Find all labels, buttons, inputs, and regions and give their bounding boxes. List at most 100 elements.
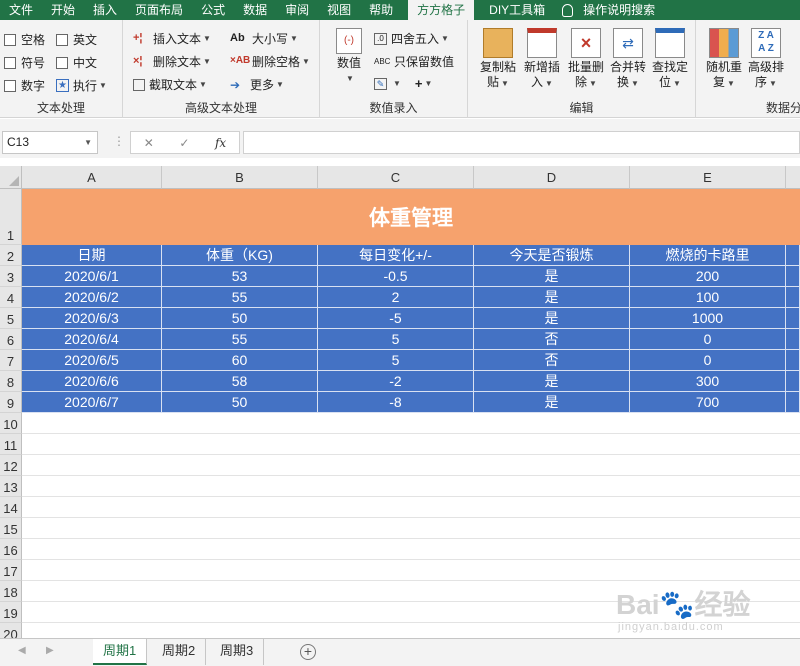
table-cell[interactable]: 300 (630, 371, 786, 392)
tab-file[interactable]: 文件 (0, 0, 42, 20)
row-header[interactable]: 13 (0, 476, 22, 497)
table-cell[interactable]: 否 (474, 329, 630, 350)
column-title-cell[interactable]: 体重（KG) (162, 245, 318, 266)
table-cell[interactable]: 2020/6/3 (22, 308, 162, 329)
tab-view[interactable]: 视图 (318, 0, 360, 20)
tab-fangfanggezi[interactable]: 方方格子 (408, 0, 475, 20)
row-header[interactable]: 16 (0, 539, 22, 560)
row-header[interactable]: 14 (0, 497, 22, 518)
insert-function-icon[interactable]: fx (215, 136, 226, 150)
tab-search-help[interactable]: 操作说明搜索 (583, 0, 664, 20)
table-cell[interactable]: 53 (162, 266, 318, 287)
drag-handle-icon[interactable]: ⋮ (113, 134, 125, 148)
extract-text-button[interactable]: 截取文本 ▼ (133, 76, 207, 93)
row-header[interactable]: 1 (0, 189, 22, 245)
table-cell[interactable]: 2020/6/6 (22, 371, 162, 392)
checkbox-symbol[interactable]: 符号 (4, 54, 45, 71)
row-header[interactable]: 9 (0, 392, 22, 413)
plus-icon[interactable]: + (415, 76, 423, 91)
row-header[interactable]: 11 (0, 434, 22, 455)
select-all-button[interactable] (0, 166, 22, 189)
advanced-sort-button[interactable]: Z AA Z 高级排序 ▼ (744, 28, 788, 91)
table-cell[interactable]: -8 (318, 392, 474, 413)
prev-sheet-icon[interactable]: ◀ (18, 645, 26, 656)
tab-page-layout[interactable]: 页面布局 (126, 0, 192, 20)
table-cell-f[interactable] (786, 245, 800, 266)
row-header[interactable]: 2 (0, 245, 22, 266)
row-header[interactable]: 3 (0, 266, 22, 287)
column-title-cell[interactable]: 日期 (22, 245, 162, 266)
insert-text-button[interactable]: +¦ 插入文本 ▼ (133, 30, 211, 47)
check-icon[interactable]: ✓ (179, 136, 189, 150)
row-header[interactable]: 17 (0, 560, 22, 581)
next-sheet-icon[interactable]: ▶ (46, 645, 54, 656)
name-box[interactable]: C13 ▼ (2, 131, 98, 154)
keep-numbers-button[interactable]: ABC 只保留数值 (374, 53, 454, 70)
sheet-tab-2[interactable]: 周期2 (152, 639, 207, 665)
round-button[interactable]: .0 四舍五入 ▼ (374, 30, 449, 47)
table-cell[interactable]: -5 (318, 308, 474, 329)
table-cell-f[interactable] (786, 266, 800, 287)
case-button[interactable]: Ab 大小写 ▼ (230, 30, 298, 47)
table-cell[interactable]: 是 (474, 392, 630, 413)
table-cell[interactable]: 2020/6/1 (22, 266, 162, 287)
table-cell[interactable]: 100 (630, 287, 786, 308)
more-button[interactable]: ➔ 更多 ▼ (230, 76, 284, 93)
table-cell[interactable]: 是 (474, 371, 630, 392)
table-cell[interactable]: 58 (162, 371, 318, 392)
row-header[interactable]: 10 (0, 413, 22, 434)
formula-input[interactable] (243, 131, 800, 154)
row-header[interactable]: 12 (0, 455, 22, 476)
sheet-tab-1[interactable]: 周期1 (93, 639, 148, 665)
merge-convert-button[interactable]: ⇄ 合并转换 ▼ (606, 28, 650, 91)
delete-space-button[interactable]: ×AB 删除空格 ▼ (230, 53, 310, 70)
table-cell-f[interactable] (786, 329, 800, 350)
table-cell-f[interactable] (786, 308, 800, 329)
tab-help[interactable]: 帮助 (360, 0, 402, 20)
checkbox-space[interactable]: 空格 (4, 31, 45, 48)
cancel-icon[interactable]: ✕ (144, 136, 154, 150)
number-button[interactable]: (-) 数值 ▼ (332, 28, 366, 86)
tab-formulas[interactable]: 公式 (192, 0, 234, 20)
tab-data[interactable]: 数据 (234, 0, 276, 20)
tab-home[interactable]: 开始 (42, 0, 84, 20)
table-cell[interactable]: 5 (318, 329, 474, 350)
delete-text-button[interactable]: ×¦ 删除文本 ▼ (133, 53, 211, 70)
copy-paste-button[interactable]: 复制粘贴 ▼ (476, 28, 520, 91)
batch-delete-button[interactable]: × 批量删除 ▼ (564, 28, 608, 91)
tab-review[interactable]: 审阅 (276, 0, 318, 20)
row-header[interactable]: 5 (0, 308, 22, 329)
edit-dropdown-button[interactable]: ✎ ▼ + ▼ (374, 76, 432, 91)
table-cell[interactable]: 是 (474, 287, 630, 308)
tab-insert[interactable]: 插入 (84, 0, 126, 20)
table-cell[interactable]: 700 (630, 392, 786, 413)
sheet-title[interactable]: 体重管理 (22, 189, 800, 245)
table-cell-f[interactable] (786, 392, 800, 413)
column-title-cell[interactable]: 每日变化+/- (318, 245, 474, 266)
table-cell[interactable]: 是 (474, 266, 630, 287)
table-cell[interactable]: 2020/6/2 (22, 287, 162, 308)
sheet-tab-3[interactable]: 周期3 (210, 639, 265, 665)
table-cell[interactable]: 200 (630, 266, 786, 287)
row-header[interactable]: 20 (0, 623, 22, 638)
column-header-c[interactable]: C (318, 166, 474, 189)
table-cell[interactable]: 2 (318, 287, 474, 308)
table-cell[interactable]: 50 (162, 392, 318, 413)
row-header[interactable]: 4 (0, 287, 22, 308)
row-header[interactable]: 15 (0, 518, 22, 539)
column-header-f[interactable] (786, 166, 800, 189)
table-cell[interactable]: 55 (162, 287, 318, 308)
table-cell[interactable]: 2020/6/7 (22, 392, 162, 413)
checkbox-chinese[interactable]: 中文 (56, 54, 97, 71)
row-header[interactable]: 18 (0, 581, 22, 602)
checkbox-number[interactable]: 数字 (4, 77, 45, 94)
column-title-cell[interactable]: 今天是否锻炼 (474, 245, 630, 266)
table-cell[interactable]: 55 (162, 329, 318, 350)
table-cell-f[interactable] (786, 371, 800, 392)
table-cell[interactable]: 2020/6/5 (22, 350, 162, 371)
execute-button[interactable]: ★ 执行 ▼ (56, 77, 107, 94)
random-repeat-button[interactable]: 随机重复 ▼ (702, 28, 746, 91)
row-header[interactable]: 8 (0, 371, 22, 392)
column-title-cell[interactable]: 燃烧的卡路里 (630, 245, 786, 266)
table-cell-f[interactable] (786, 350, 800, 371)
